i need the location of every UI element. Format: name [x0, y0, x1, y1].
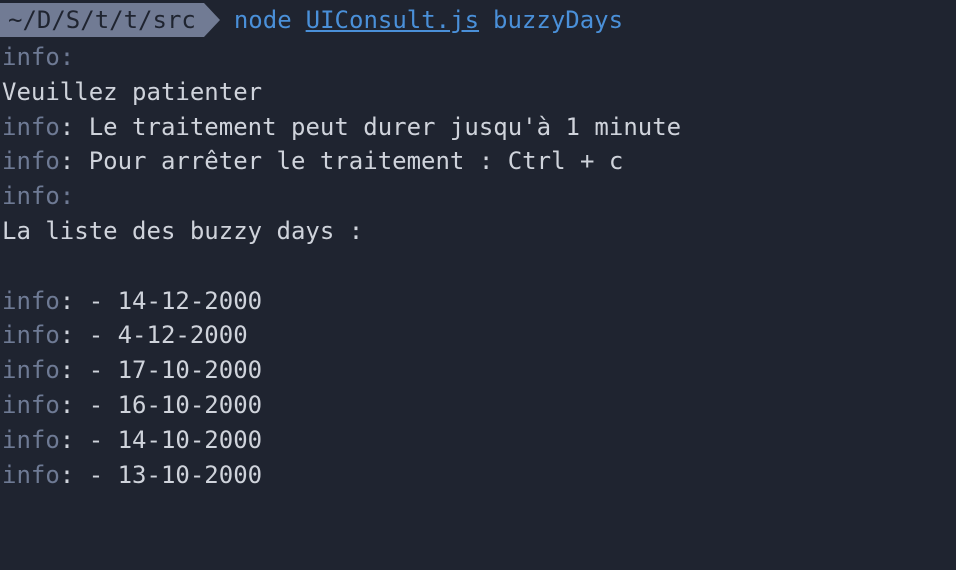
- output-message: Le traitement peut durer jusqu'à 1 minut…: [89, 113, 681, 141]
- colon-sep: :: [60, 113, 89, 141]
- output-line: info: - 16-10-2000: [2, 388, 956, 423]
- colon-sep: :: [60, 461, 89, 489]
- output-line: info: - 14-12-2000: [2, 284, 956, 319]
- command-file: UIConsult.js: [306, 3, 479, 38]
- output-date: - 14-12-2000: [89, 287, 262, 315]
- colon-sep: :: [60, 287, 89, 315]
- colon-sep: :: [60, 426, 89, 454]
- output-date: - 16-10-2000: [89, 391, 262, 419]
- command-node: node: [234, 3, 292, 38]
- output-message: Pour arrêter le traitement : Ctrl + c: [89, 147, 624, 175]
- info-label: info: [2, 321, 60, 349]
- prompt-line: ~/D/S/t/t/src node UIConsult.js buzzyDay…: [0, 0, 956, 40]
- output-date: - 17-10-2000: [89, 356, 262, 384]
- terminal-output: info: Veuillez patienter info: Le traite…: [0, 40, 956, 492]
- info-label: info: [2, 147, 60, 175]
- output-line: La liste des buzzy days :: [2, 214, 956, 249]
- colon: :: [60, 43, 74, 71]
- prompt-arrow-icon: [204, 3, 220, 37]
- output-date: - 4-12-2000: [89, 321, 248, 349]
- prompt-path: ~/D/S/t/t/src: [0, 3, 204, 37]
- output-line: info:: [2, 179, 956, 214]
- info-label: info: [2, 182, 60, 210]
- output-date: - 14-10-2000: [89, 426, 262, 454]
- info-label: info: [2, 391, 60, 419]
- info-label: info: [2, 113, 60, 141]
- output-line: info: - 14-10-2000: [2, 423, 956, 458]
- info-label: info: [2, 461, 60, 489]
- output-line: info: - 4-12-2000: [2, 318, 956, 353]
- output-line: Veuillez patienter: [2, 75, 956, 110]
- colon-sep: :: [60, 356, 89, 384]
- colon-sep: :: [60, 147, 89, 175]
- colon-sep: :: [60, 321, 89, 349]
- info-label: info: [2, 287, 60, 315]
- info-label: info: [2, 356, 60, 384]
- info-label: info: [2, 426, 60, 454]
- output-line: info:: [2, 40, 956, 75]
- output-line: info: Le traitement peut durer jusqu'à 1…: [2, 110, 956, 145]
- output-line-blank: [2, 249, 956, 284]
- info-label: info: [2, 43, 60, 71]
- colon-sep: :: [60, 391, 89, 419]
- colon: :: [60, 182, 74, 210]
- command-arg: buzzyDays: [493, 3, 623, 38]
- output-line: info: - 13-10-2000: [2, 458, 956, 493]
- output-date: - 13-10-2000: [89, 461, 262, 489]
- output-line: info: Pour arrêter le traitement : Ctrl …: [2, 144, 956, 179]
- output-line: info: - 17-10-2000: [2, 353, 956, 388]
